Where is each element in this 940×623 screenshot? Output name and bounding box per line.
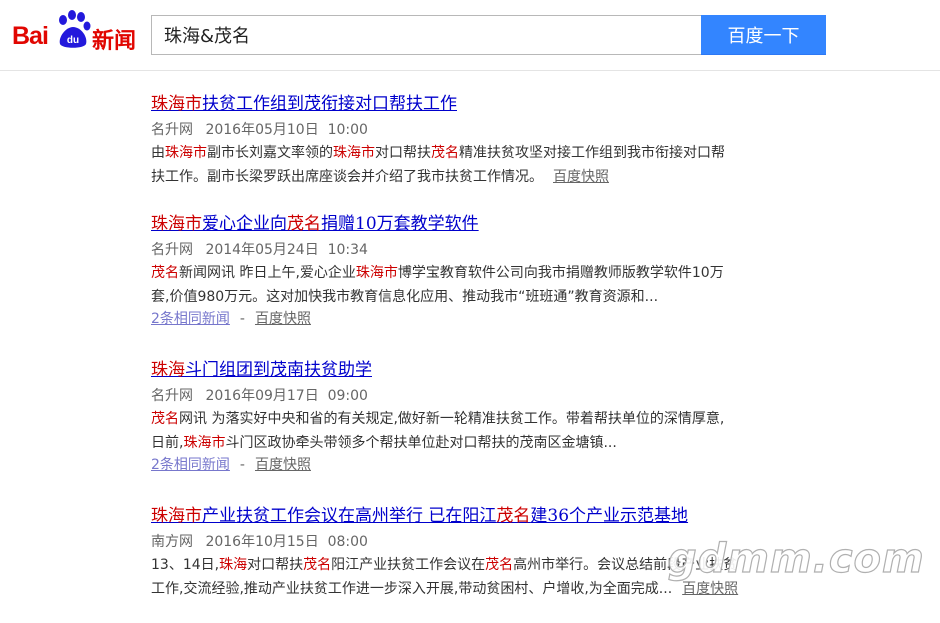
result-abstract: 茂名网讯 为落实好中央和省的有关规定,做好新一轮精准扶贫工作。带着帮扶单位的深情… (151, 407, 831, 455)
text-segment: 高州市举行。会议总结前段产业扶贫 (513, 557, 738, 573)
same-news-link[interactable]: 2条相同新闻 (151, 311, 230, 327)
result-item: 珠海市爱心企业向茂名捐赠10万套教学软件 名升网 2014年05月24日 10:… (151, 212, 831, 329)
abstract-line: 扶工作。副市长梁罗跃出席座谈会并介绍了我市扶贫工作情况。 百度快照 (151, 165, 831, 189)
abstract-line: 日前,珠海市斗门区政协牵头带领多个帮扶单位赴对口帮扶的茂南区金塘镇... (151, 431, 831, 455)
abstract-line: 由珠海市副市长刘嘉文率领的珠海市对口帮扶茂名精准扶贫攻坚对接工作组到我市衔接对口… (151, 141, 831, 165)
result-links: 2条相同新闻 - 百度快照 (151, 455, 831, 475)
result-abstract: 13、14日,珠海对口帮扶茂名阳江产业扶贫工作会议在茂名高州市举行。会议总结前段… (151, 553, 831, 601)
text-segment: 产业扶贫工作会议在高州举行 已在阳江 (202, 506, 497, 526)
result-title-link[interactable]: 珠海斗门组团到茂南扶贫助学 (151, 358, 831, 382)
text-segment: 捐赠10万套教学软件 (321, 214, 479, 234)
text-segment: 由 (151, 145, 165, 161)
abstract-line: 茂名网讯 为落实好中央和省的有关规定,做好新一轮精准扶贫工作。带着帮扶单位的深情… (151, 407, 831, 431)
header-bar: Bai du 新闻 百度一下 (0, 0, 940, 71)
result-meta: 名升网 2016年05月10日 10:00 (151, 119, 831, 141)
result-abstract: 茂名新闻网讯 昨日上午,爱心企业珠海市博学宝教育软件公司向我市捐赠教师版教学软件… (151, 261, 831, 309)
result-time: 2016年05月10日 10:00 (205, 122, 368, 138)
result-source: 名升网 (151, 242, 193, 258)
highlight-keyword: 茂名 (303, 557, 332, 573)
result-time: 2014年05月24日 10:34 (205, 242, 368, 258)
result-source: 名升网 (151, 388, 193, 404)
text-segment: 对口帮扶 (247, 557, 304, 573)
highlight-keyword: 珠海 (219, 557, 248, 573)
baidu-news-logo[interactable]: Bai du 新闻 (12, 10, 142, 56)
result-item: 珠海斗门组团到茂南扶贫助学 名升网 2016年09月17日 09:00 茂名网讯… (151, 358, 831, 475)
highlight-keyword: 茂名 (496, 506, 531, 526)
highlight-keyword: 茂名 (485, 557, 514, 573)
snapshot-link[interactable]: 百度快照 (255, 457, 311, 473)
result-source: 名升网 (151, 122, 193, 138)
result-links: 2条相同新闻 - 百度快照 (151, 309, 831, 329)
highlight-keyword: 珠海市 (183, 435, 226, 451)
text-segment: 斗门区政协牵头带领多个帮扶单位赴对口帮扶的茂南区金塘镇... (225, 435, 617, 451)
text-segment: 扶贫工作组到茂衔接对口帮扶工作 (202, 94, 457, 114)
result-time: 2016年09月17日 09:00 (205, 388, 368, 404)
highlight-keyword: 珠海市 (151, 506, 202, 526)
text-segment: 对口帮扶 (375, 145, 431, 161)
highlight-keyword: 茂名 (151, 411, 179, 427)
abstract-line-text: 扶工作。副市长梁罗跃出席座谈会并介绍了我市扶贫工作情况。 (151, 169, 543, 185)
result-source: 南方网 (151, 534, 193, 550)
text-segment: 阳江产业扶贫工作会议在 (331, 557, 486, 573)
text-segment: 爱心企业向 (202, 214, 287, 234)
highlight-keyword: 珠海市 (151, 94, 202, 114)
highlight-keyword: 茂名 (431, 145, 459, 161)
highlight-keyword: 茂名 (151, 265, 179, 281)
abstract-line: 工作,交流经验,推动产业扶贫工作进一步深入开展,带动贫困村、户增收,为全面完成.… (151, 577, 831, 601)
text-segment: 套,价值980万元。这对加快我市教育信息化应用、推动我市“班班通”教育资源和..… (151, 289, 659, 305)
result-item: 珠海市扶贫工作组到茂衔接对口帮扶工作 名升网 2016年05月10日 10:00… (151, 92, 831, 189)
text-segment: 精准扶贫攻坚对接工作组到我市衔接对口帮 (459, 145, 725, 161)
abstract-line-text: 工作,交流经验,推动产业扶贫工作进一步深入开展,带动贫困村、户增收,为全面完成.… (151, 581, 672, 597)
result-abstract: 由珠海市副市长刘嘉文率领的珠海市对口帮扶茂名精准扶贫攻坚对接工作组到我市衔接对口… (151, 141, 831, 189)
snapshot-link[interactable]: 百度快照 (682, 581, 738, 597)
same-news-link[interactable]: 2条相同新闻 (151, 457, 230, 473)
logo-paw-text: du (67, 35, 79, 46)
highlight-keyword: 珠海市 (165, 145, 207, 161)
link-separator: - (239, 457, 245, 473)
logo-news-text: 新闻 (92, 29, 137, 54)
highlight-keyword: 茂名 (287, 214, 321, 234)
text-segment: 扶工作。副市长梁罗跃出席座谈会并介绍了我市扶贫工作情况。 (151, 169, 543, 185)
abstract-line: 茂名新闻网讯 昨日上午,爱心企业珠海市博学宝教育软件公司向我市捐赠教师版教学软件… (151, 261, 831, 285)
abstract-line: 13、14日,珠海对口帮扶茂名阳江产业扶贫工作会议在茂名高州市举行。会议总结前段… (151, 553, 831, 577)
highlight-keyword: 珠海市 (333, 145, 375, 161)
text-segment: 副市长刘嘉文率领的 (207, 145, 333, 161)
snapshot-link[interactable]: 百度快照 (255, 311, 311, 327)
text-segment: 建36个产业示范基地 (530, 506, 689, 526)
result-item: 珠海市产业扶贫工作会议在高州举行 已在阳江茂名建36个产业示范基地 南方网 20… (151, 504, 831, 601)
snapshot-link[interactable]: 百度快照 (553, 169, 609, 185)
text-segment: 斗门组团到茂南扶贫助学 (185, 360, 372, 380)
result-meta: 南方网 2016年10月15日 08:00 (151, 531, 831, 553)
text-segment: 日前, (151, 435, 184, 451)
result-time: 2016年10月15日 08:00 (205, 534, 368, 550)
result-title-link[interactable]: 珠海市产业扶贫工作会议在高州举行 已在阳江茂名建36个产业示范基地 (151, 504, 831, 528)
highlight-keyword: 珠海市 (151, 214, 202, 234)
result-title-link[interactable]: 珠海市爱心企业向茂名捐赠10万套教学软件 (151, 212, 831, 236)
paw-icon: du (59, 10, 91, 48)
text-segment: 博学宝教育软件公司向我市捐赠教师版教学软件10万 (397, 265, 724, 281)
highlight-keyword: 珠海 (151, 360, 185, 380)
text-segment: 13、14日, (151, 557, 220, 573)
result-meta: 名升网 2014年05月24日 10:34 (151, 239, 831, 261)
search-box (151, 15, 701, 55)
text-segment: 工作,交流经验,推动产业扶贫工作进一步深入开展,带动贫困村、户增收,为全面完成.… (151, 581, 673, 597)
abstract-line: 套,价值980万元。这对加快我市教育信息化应用、推动我市“班班通”教育资源和..… (151, 285, 831, 309)
text-segment: 网讯 为落实好中央和省的有关规定,做好新一轮精准扶贫工作。带着帮扶单位的深情厚意… (179, 411, 725, 427)
text-segment: 新闻网讯 昨日上午,爱心企业 (179, 265, 356, 281)
search-input[interactable] (152, 16, 684, 54)
highlight-keyword: 珠海市 (355, 265, 398, 281)
logo-bai-text: Bai (12, 22, 49, 50)
search-button[interactable]: 百度一下 (701, 15, 826, 55)
link-separator: - (239, 311, 245, 327)
result-meta: 名升网 2016年09月17日 09:00 (151, 385, 831, 407)
result-title-link[interactable]: 珠海市扶贫工作组到茂衔接对口帮扶工作 (151, 92, 831, 116)
